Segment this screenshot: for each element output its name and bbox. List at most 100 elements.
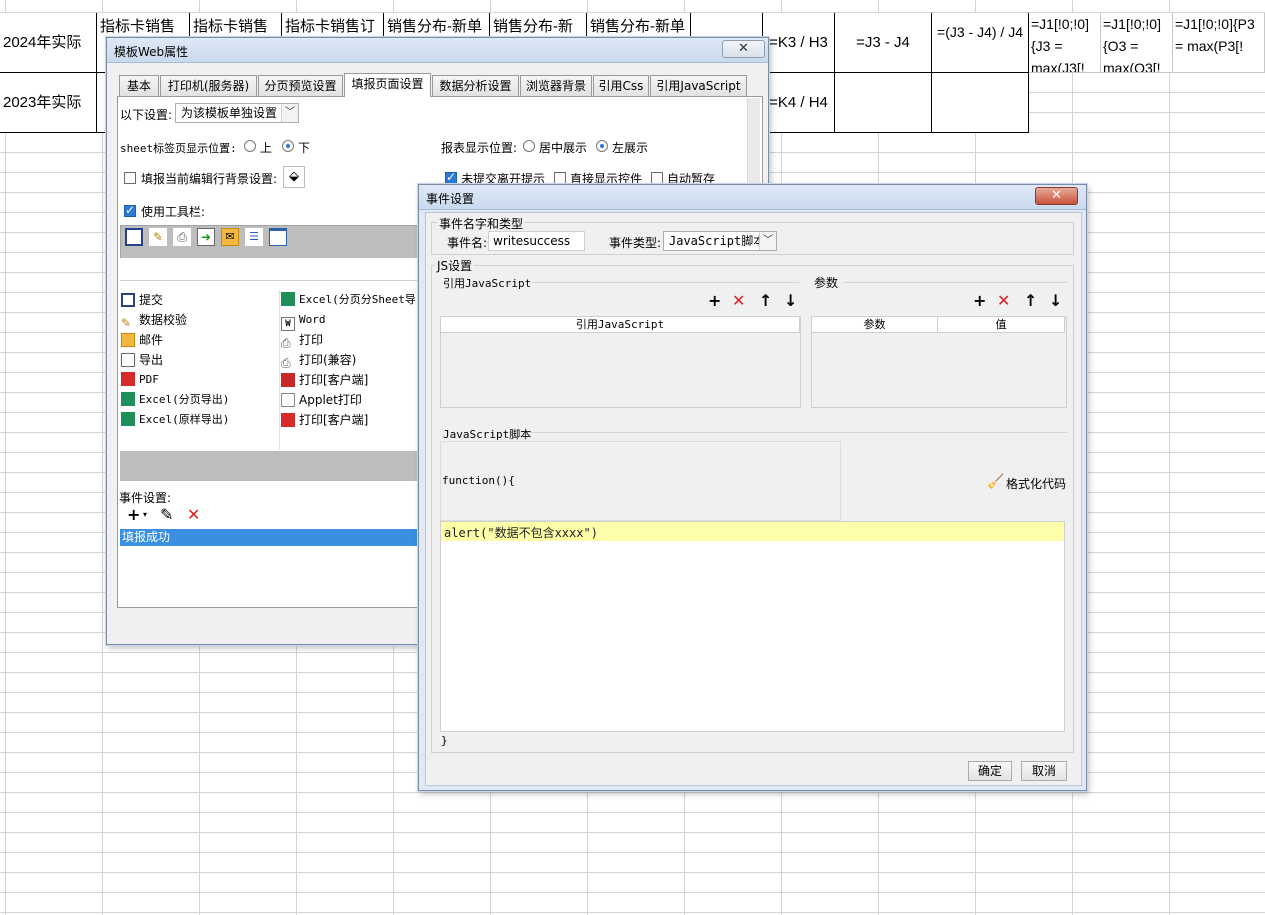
format-code-button[interactable]: 格式化代码 <box>1006 475 1066 492</box>
pencil-icon: ✎ <box>121 316 132 330</box>
cell-r2-c10[interactable] <box>932 73 1029 133</box>
list-item-label: Excel(原样导出) <box>139 413 230 426</box>
pdf-icon <box>121 372 135 386</box>
cell-formula-o3max[interactable]: =J1[!0;!0]{O3 = max(O3[! <box>1101 13 1173 73</box>
settings-select[interactable]: 为该模板单独设置 ﹀ <box>175 103 299 123</box>
cell-r2-c9[interactable] <box>835 73 932 133</box>
printer-icon: ⎙ <box>281 336 291 350</box>
list-item-excel-original[interactable]: Excel(原样导出) <box>121 410 229 430</box>
cell-formula-k4h4[interactable]: =K4 / H4 <box>763 73 835 133</box>
broom-icon[interactable]: 🧹 <box>987 474 1004 490</box>
tab-ref-css[interactable]: 引用Css <box>593 75 649 96</box>
list-item-excel-page[interactable]: Excel(分页导出) <box>121 390 229 410</box>
add-param-icon[interactable]: + <box>973 293 986 309</box>
params-separator <box>843 282 1067 283</box>
edit-event-icon[interactable]: ✎ <box>160 507 173 523</box>
list-item-mail[interactable]: 邮件 <box>121 330 163 350</box>
list-item-word[interactable]: W Word <box>281 310 326 331</box>
list-item-applet-print[interactable]: Applet打印 <box>281 390 362 410</box>
autosave-checkbox[interactable] <box>651 172 663 184</box>
list-item-label: Excel(分页导出) <box>139 393 230 406</box>
js-code-editor[interactable] <box>440 521 1065 732</box>
list-item-print-client[interactable]: 打印[客户端] <box>281 370 368 390</box>
use-toolbar-label: 使用工具栏: <box>141 205 206 219</box>
chevron-down-icon: ﹀ <box>281 104 298 122</box>
move-down-param-icon[interactable]: ↓ <box>1049 293 1062 309</box>
list-divider <box>279 290 280 450</box>
delete-param-icon[interactable]: ✕ <box>997 293 1010 309</box>
fill-bg-checkbox[interactable] <box>124 172 136 184</box>
add-event-icon[interactable]: + <box>127 507 140 523</box>
sheet-tab-up-radio[interactable] <box>244 140 256 152</box>
export-icon <box>121 353 135 367</box>
event-item-write-success[interactable]: 填报成功 <box>120 529 430 546</box>
tab-fill-page[interactable]: 填报页面设置 <box>344 73 431 97</box>
list-item-submit[interactable]: 提交 <box>121 290 163 310</box>
cell-formula-p3max[interactable]: =J1[!0;!0]{P3 = max(P3[! <box>1173 13 1265 73</box>
cell-year-2024[interactable]: 2024年实际 <box>0 13 97 73</box>
printer-icon[interactable]: ⎙ <box>173 228 191 246</box>
param-value-header[interactable]: 值 <box>937 316 1065 333</box>
move-up-param-icon[interactable]: ↑ <box>1024 293 1037 309</box>
save-icon[interactable] <box>125 228 143 246</box>
function-open-text: function(){ <box>442 474 515 487</box>
cell-formula-ratio[interactable]: =(J3 - J4) / J4 <box>932 13 1029 73</box>
use-toolbar-checkbox[interactable] <box>124 203 136 217</box>
list-item-print-client-pdf[interactable]: 打印[客户端] <box>281 410 368 430</box>
add-js-icon[interactable]: + <box>708 293 721 309</box>
tab-browser-bg[interactable]: 浏览器背景 <box>520 75 592 96</box>
event-settings-close-icon[interactable]: ✕ <box>1035 187 1078 205</box>
delete-event-icon[interactable]: ✕ <box>187 507 200 523</box>
move-down-js-icon[interactable]: ↓ <box>784 293 797 309</box>
js-script-separator <box>529 432 1067 433</box>
chevron-down-icon: ﹀ <box>759 232 776 250</box>
tab-page-preview[interactable]: 分页预览设置 <box>258 75 343 96</box>
tab-printer[interactable]: 打印机(服务器) <box>160 75 257 96</box>
list-item-pdf[interactable]: PDF <box>121 370 159 390</box>
function-close-text: } <box>441 734 448 747</box>
ref-js-label: 引用JavaScript <box>443 277 532 290</box>
list-item-export[interactable]: 导出 <box>121 350 163 370</box>
list-item-print[interactable]: ⎙ 打印 <box>281 330 323 350</box>
list-item-excel-sheet[interactable]: Excel(分页分Sheet导出) <box>281 290 433 310</box>
code-line-1[interactable]: alert("数据不包含xxxx") <box>444 524 598 541</box>
web-attr-titlebar[interactable]: 模板Web属性 ✕ <box>107 38 768 63</box>
unsubmitted-checkbox[interactable] <box>445 170 457 184</box>
ok-button[interactable]: 确定 <box>968 761 1012 781</box>
export-icon[interactable]: ➜ <box>197 228 215 246</box>
tab-data-analysis[interactable]: 数据分析设置 <box>432 75 519 96</box>
event-settings-titlebar[interactable]: 事件设置 ✕ <box>419 185 1086 210</box>
event-type-select[interactable]: JavaScript脚本 ﹀ <box>663 231 777 251</box>
report-left-radio[interactable] <box>596 140 608 152</box>
mail-icon[interactable]: ✉ <box>221 228 239 246</box>
events-label: 事件设置: <box>119 491 172 505</box>
direct-show-checkbox[interactable] <box>554 172 566 184</box>
cancel-button[interactable]: 取消 <box>1021 761 1067 781</box>
tab-basic[interactable]: 基本 <box>119 75 159 96</box>
cell-formula-j3-j4[interactable]: =J3 - J4 <box>835 13 932 73</box>
ref-js-header[interactable]: 引用JavaScript <box>440 316 800 333</box>
list-item-label: 打印(兼容) <box>299 353 357 367</box>
list-icon[interactable]: ☰ <box>245 228 263 246</box>
cell-year-2023[interactable]: 2023年实际 <box>0 73 97 133</box>
list-item-label: Excel(分页分Sheet导出) <box>299 293 434 306</box>
window-icon[interactable] <box>269 228 287 246</box>
pencil-icon[interactable]: ✎ <box>149 228 167 246</box>
chevron-down-icon[interactable]: ▾ <box>143 510 147 519</box>
cell-formula-j3max[interactable]: =J1[!0;!0]{J3 = max(J3[! <box>1029 13 1101 73</box>
sheet-tab-down-radio[interactable] <box>282 140 294 152</box>
list-item-validate[interactable]: ✎ 数据校验 <box>121 310 187 330</box>
param-name-header[interactable]: 参数 <box>811 316 938 333</box>
list-item-label: 打印[客户端] <box>299 413 369 427</box>
delete-js-icon[interactable]: ✕ <box>732 293 745 309</box>
report-center-radio[interactable] <box>523 140 535 152</box>
event-name-input[interactable]: writesuccess <box>488 231 585 251</box>
list-item-print-compat[interactable]: ⎙ 打印(兼容) <box>281 350 356 370</box>
cell-formula-k3h3[interactable]: =K3 / H3 <box>763 13 835 73</box>
tab-ref-js[interactable]: 引用JavaScript <box>650 75 747 96</box>
web-attr-close-icon[interactable]: ✕ <box>722 40 765 58</box>
move-up-js-icon[interactable]: ↑ <box>759 293 772 309</box>
excel-icon <box>121 412 135 426</box>
name-type-legend: 事件名字和类型 <box>437 215 526 232</box>
paint-bucket-icon[interactable]: ⬙ <box>283 166 305 188</box>
